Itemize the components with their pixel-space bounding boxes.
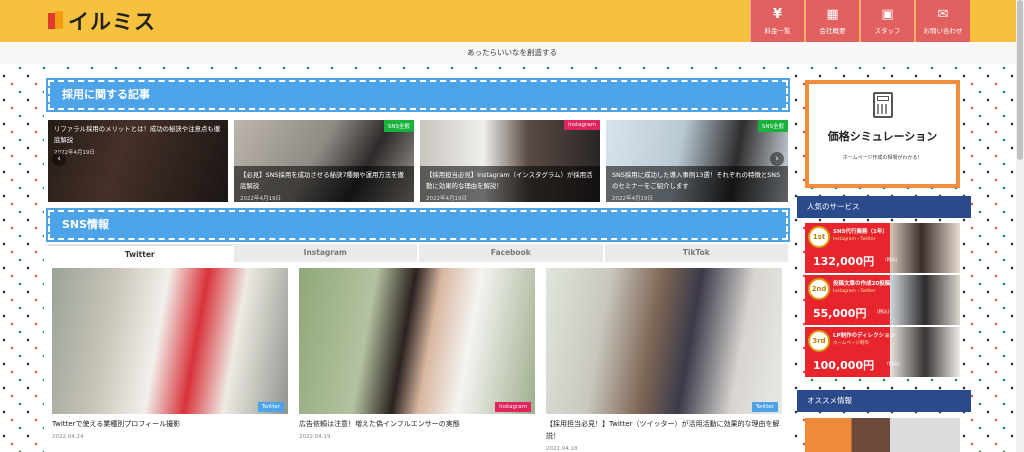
slide-date: 2022年4月19日: [612, 196, 653, 202]
service-price: 100,000円: [813, 359, 875, 372]
card-date: 2022.04.24: [52, 434, 84, 440]
service-tax: (税込): [885, 258, 898, 263]
sim-subtitle: ホームページ作成の相場がわかる！: [842, 155, 923, 161]
tab-facebook[interactable]: Facebook: [419, 244, 605, 262]
service-banner[interactable]: 2nd 投稿文章の作成20投稿 Instagram・Twitter 55,000…: [805, 275, 960, 325]
nav-label: 料金一覧: [764, 26, 791, 35]
nav-item-pricing[interactable]: ¥ 料金一覧: [750, 0, 804, 42]
slide-card[interactable]: リファラル採用のメリットとは！成功の秘訣や注意点も徹底解説 2022年4月19日…: [48, 120, 228, 202]
service-sub: ホームページ制作: [833, 341, 869, 346]
service-banner[interactable]: 3rd LP制作のディレクション ホームページ制作 100,000円 (税込): [805, 327, 960, 377]
logo-text: イルミス: [68, 10, 156, 34]
logo-mark-icon: [48, 11, 64, 31]
slide-title: リファラル採用のメリットとは！成功の秘訣や注意点も徹底解説: [54, 125, 221, 144]
card-title: 広告依頼は注意！増えた偽インフルエンサーの実態: [299, 420, 460, 428]
service-photo: [890, 223, 960, 273]
slide-date: 2022年4月19日: [54, 150, 95, 156]
card-image: Twitter: [52, 268, 288, 414]
article-slider: リファラル採用のメリットとは！成功の秘訣や注意点も徹底解説 2022年4月19日…: [48, 120, 788, 202]
service-sub: Instagram・Twitter: [833, 289, 876, 294]
card-title: 【採用担当必見！】Twitter（ツイッター）が活用活動に効果的な理由を解説！: [546, 420, 780, 440]
id-card-icon: ▣: [881, 7, 894, 22]
nav-label: お問い合わせ: [923, 26, 963, 35]
article-card[interactable]: Twitter 【採用担当必見！】Twitter（ツイッター）が活用活動に効果的…: [546, 268, 782, 452]
site-logo[interactable]: イルミス: [48, 8, 156, 34]
nav-item-contact[interactable]: ✉ お問い合わせ: [915, 0, 970, 42]
slide-title: 【採用担当必見】Instagram（インスタグラム）が採用活動に効果的な理由を解…: [426, 171, 593, 190]
nav-item-staff[interactable]: ▣ スタッフ: [860, 0, 914, 42]
slide-tag: SNS全般: [383, 120, 414, 132]
card-title: Twitterで使える業種別プロフィール撮影: [52, 420, 181, 428]
service-tax: (税込): [877, 310, 890, 315]
card-date: 2022.04.19: [299, 434, 331, 440]
sidebar-heading-popular: 人気のサービス: [797, 196, 971, 218]
main-content: 採用に関する記事 リファラル採用のメリットとは！成功の秘訣や注意点も徹底解説 2…: [44, 74, 790, 452]
service-photo: [890, 327, 960, 377]
price-simulation-banner[interactable]: 価格シミュレーション ホームページ作成の相場がわかる！: [805, 80, 960, 188]
sns-tabs: Twitter Instagram Facebook TikTok: [48, 244, 788, 262]
sns-card-list: Twitter Twitterで使える業種別プロフィール撮影 2022.04.2…: [52, 268, 788, 452]
section-title-recruit: 採用に関する記事: [46, 78, 790, 112]
nav-label: スタッフ: [874, 26, 901, 35]
service-name: LP制作のディレクション: [833, 333, 896, 339]
page-scrollbar[interactable]: [1016, 0, 1024, 452]
global-nav: ¥ 料金一覧 ▦ 会社概要 ▣ スタッフ ✉ お問い合わせ: [750, 0, 970, 42]
service-photo: [890, 275, 960, 325]
slide-card[interactable]: Instagram 【採用担当必見】Instagram（インスタグラム）が採用活…: [420, 120, 600, 202]
article-card[interactable]: Instagram 広告依頼は注意！増えた偽インフルエンサーの実態 2022.0…: [299, 268, 535, 440]
service-price: 132,000円: [813, 255, 875, 268]
sim-title: 価格シミュレーション: [827, 130, 938, 143]
sidebar: 価格シミュレーション ホームページ作成の相場がわかる！ 人気のサービス 1st …: [797, 74, 971, 452]
rank-badge: 1st: [808, 226, 830, 248]
nav-label: 会社概要: [819, 26, 846, 35]
slider-next-icon[interactable]: ›: [770, 152, 784, 166]
rank-badge: 2nd: [808, 278, 830, 300]
slider-prev-icon[interactable]: ‹: [52, 152, 66, 166]
slide-tag: Instagram: [564, 120, 600, 130]
rank-badge: 3rd: [808, 330, 830, 352]
building-icon: ▦: [826, 7, 839, 22]
service-price: 55,000円: [813, 307, 867, 320]
sidebar-heading-osusume: オススメ情報: [797, 390, 971, 412]
slide-date: 2022年4月19日: [240, 196, 281, 202]
service-sub: Instagram・Twitter: [833, 237, 876, 242]
service-name: 投稿文章の作成20投稿: [833, 281, 891, 287]
site-header: イルミス ¥ 料金一覧 ▦ 会社概要 ▣ スタッフ ✉ お問い合わせ: [0, 0, 1024, 42]
osusume-banner[interactable]: [805, 418, 960, 452]
tab-twitter[interactable]: Twitter: [48, 244, 234, 262]
yen-icon: ¥: [772, 7, 783, 22]
card-image: Instagram: [299, 268, 535, 414]
service-tax: (税込): [887, 362, 900, 367]
calculator-icon: [873, 92, 893, 118]
mail-icon: ✉: [937, 7, 949, 22]
slide-card[interactable]: SNS全般 【必見】SNS採用を成功させる秘訣7種類や運用方法を徹底解説 202…: [234, 120, 414, 202]
service-banner[interactable]: 1st SNS代行業務（1年） Instagram・Twitter 132,00…: [805, 223, 960, 273]
tab-instagram[interactable]: Instagram: [233, 244, 419, 262]
nav-item-company[interactable]: ▦ 会社概要: [805, 0, 859, 42]
section-title-sns: SNS情報: [46, 208, 790, 242]
service-name: SNS代行業務（1年）: [833, 229, 888, 235]
card-image: Twitter: [546, 268, 782, 414]
article-card[interactable]: Twitter Twitterで使える業種別プロフィール撮影 2022.04.2…: [52, 268, 288, 440]
card-tag: Twitter: [751, 402, 778, 412]
tagline: あったらいいなを創造する: [0, 42, 1024, 64]
card-tag: Twitter: [257, 402, 284, 412]
card-tag: Instagram: [495, 402, 531, 412]
slide-card[interactable]: SNS全般 SNS採用に成功した導入事例13選！それぞれの特徴とSNSのセミナー…: [606, 120, 788, 202]
tab-tiktok[interactable]: TikTok: [604, 244, 788, 262]
slide-date: 2022年4月19日: [426, 196, 467, 202]
scrollbar-thumb[interactable]: [1017, 0, 1023, 160]
slide-tag: SNS全般: [757, 120, 788, 132]
slide-title: 【必見】SNS採用を成功させる秘訣7種類や運用方法を徹底解説: [240, 171, 404, 190]
slide-title: SNS採用に成功した導入事例13選！それぞれの特徴とSNSのセミナーをご紹介しま…: [612, 171, 781, 190]
card-date: 2022.04.18: [546, 446, 578, 452]
